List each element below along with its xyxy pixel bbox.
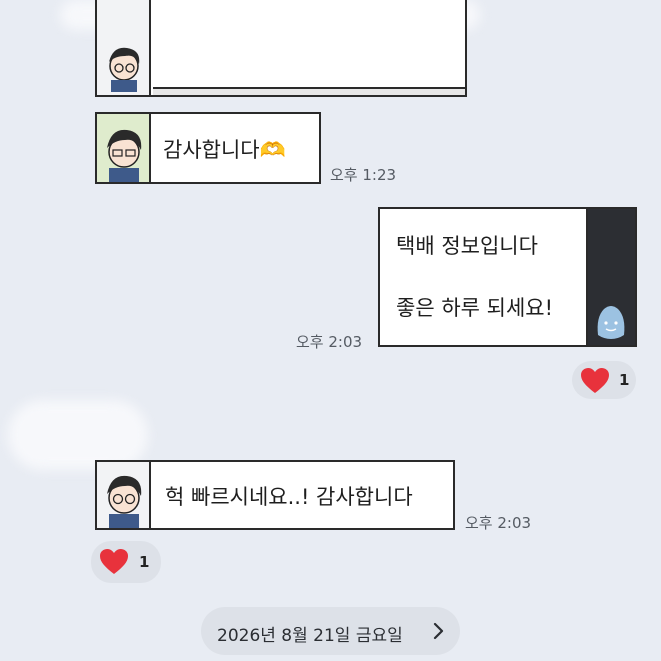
message-text: 헉 빠르시네요..! 감사합니다	[165, 485, 413, 509]
message-timestamp: 오후 2:03	[296, 333, 363, 351]
message-card[interactable]: 감사합니다🫶	[95, 112, 321, 184]
heart-icon	[581, 368, 609, 393]
reaction-badge[interactable]: 1	[91, 541, 161, 583]
message-line-2: 좋은 하루 되세요!	[396, 296, 554, 320]
message-bubble: 택배 정보입니다 좋은 하루 되세요!	[380, 209, 588, 345]
message-card[interactable]: 헉 빠르시네요..! 감사합니다	[95, 460, 455, 530]
redacted-content	[153, 0, 465, 89]
reaction-badge[interactable]: 1	[572, 361, 636, 399]
date-divider[interactable]: 2026년 8월 21일 금요일	[201, 607, 460, 655]
avatar-panel	[97, 114, 151, 182]
message-timestamp: 오후 1:23	[330, 166, 397, 184]
ghost-character-icon	[597, 306, 625, 339]
message-card-outgoing[interactable]: 택배 정보입니다 좋은 하루 되세요!	[378, 207, 637, 347]
message-timestamp: 오후 2:03	[465, 514, 532, 532]
date-label: 2026년 8월 21일 금요일	[217, 626, 403, 646]
message-card-redacted[interactable]	[95, 0, 467, 97]
avatar-icon	[109, 47, 140, 92]
avatar-panel	[97, 0, 151, 95]
card-bottom-bar	[153, 87, 465, 95]
avatar-icon	[107, 129, 142, 182]
heart-icon	[100, 549, 128, 574]
message-text: 감사합니다🫶	[163, 138, 286, 162]
avatar-icon	[107, 475, 142, 528]
message-line-1: 택배 정보입니다	[396, 234, 538, 258]
reaction-count: 1	[619, 371, 630, 389]
avatar-panel	[97, 462, 151, 528]
reaction-count: 1	[139, 553, 150, 571]
chevron-right-icon	[433, 622, 444, 640]
